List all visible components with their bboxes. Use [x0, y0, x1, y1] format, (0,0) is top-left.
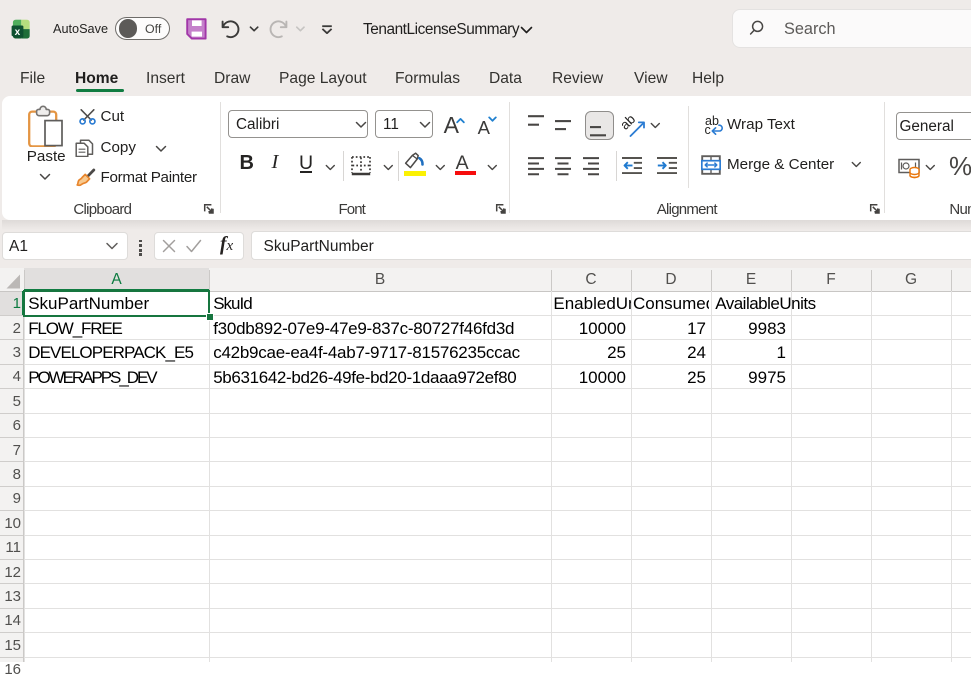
svg-text:c: c — [704, 123, 710, 137]
svg-text:x: x — [15, 27, 21, 38]
